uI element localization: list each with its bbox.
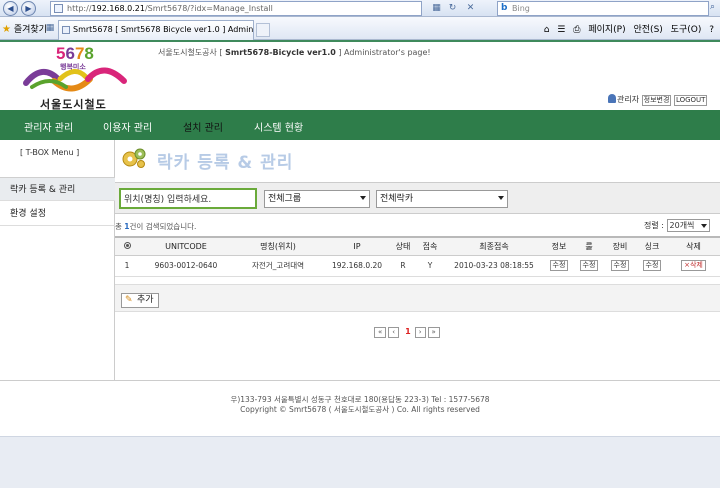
menu-tools[interactable]: 도구(O) <box>671 25 702 35</box>
row-last-access: 2010-03-23 08:18:55 <box>445 255 543 277</box>
filter-bar: 전체그룹 전체락카 <box>115 182 720 214</box>
col-connected: 접속 <box>415 236 445 256</box>
nav-system-status[interactable]: 시스템 현황 <box>254 119 303 134</box>
logout-button[interactable]: LOGOUT <box>673 95 708 106</box>
edit-sync-button[interactable]: 수정 <box>642 260 662 271</box>
page-last-button[interactable]: » <box>427 327 440 338</box>
search-go-icon[interactable]: ⌕ <box>710 2 720 15</box>
page-icon <box>54 4 63 13</box>
refresh-icon[interactable]: ↻ <box>446 2 459 15</box>
stop-icon[interactable]: ✕ <box>464 2 477 15</box>
logo-arc-icon <box>23 67 127 92</box>
col-rule: 룰 <box>575 236 603 256</box>
col-device: 장비 <box>603 236 637 256</box>
row-connected: Y <box>415 255 445 277</box>
page-prev-button[interactable]: ‹ <box>388 327 400 338</box>
row-status: R <box>391 255 415 277</box>
star-icon: ★ <box>2 24 11 35</box>
col-ip: IP <box>323 236 391 256</box>
col-status: 상태 <box>391 236 415 256</box>
select-all-icon <box>123 241 131 249</box>
forward-arrow-icon: ▶ <box>25 4 32 13</box>
locker-table: UNITCODE 명칭(위치) IP 상태 접속 최종접속 정보 룰 장비 싱크… <box>115 236 720 277</box>
col-info: 정보 <box>543 236 575 256</box>
sidebar: [ T-BOX Menu ] 락카 등록 & 관리 환경 설정 <box>0 140 115 380</box>
group-select[interactable]: 전체그룹 <box>264 190 370 208</box>
col-check[interactable] <box>115 236 139 256</box>
footer-copyright: Copyright © Smrt5678 ( 서울도시철도공사 ) Co. Al… <box>240 405 480 414</box>
menu-page[interactable]: 페이지(P) <box>588 25 625 35</box>
chevron-down-icon <box>360 196 366 200</box>
forward-button[interactable]: ▶ <box>21 1 36 16</box>
main-content: 락카 등록 & 관리 전체그룹 전체락카 총 1건이 검색되었습니다. 정렬 :… <box>115 140 720 380</box>
bing-icon: b <box>501 3 508 13</box>
back-button[interactable]: ◀ <box>3 1 18 16</box>
search-input[interactable]: b Bing <box>497 1 709 16</box>
row-name[interactable]: 자전거_고려대역 <box>233 255 323 277</box>
row-ip: 192.168.0.20 <box>323 255 391 277</box>
site-header: 5678 행복미소 서울도시철도 서울도시철도공사 [ Smrt5678-Bic… <box>0 40 720 111</box>
command-menu: ⌂ ☰ ⎙ 페이지(P) 안전(S) 도구(O) ? <box>539 22 714 35</box>
print-icon[interactable]: ⎙ <box>573 25 580 35</box>
compatibility-icon[interactable]: ▦ <box>430 2 443 15</box>
browser-address-bar: ◀ ▶ http://192.168.0.21/Smrt5678/?idx=Ma… <box>0 0 720 17</box>
sidebar-title: [ T-BOX Menu ] <box>20 148 80 157</box>
home-icon[interactable]: ⌂ <box>544 25 550 35</box>
location-search-input[interactable] <box>119 188 257 209</box>
col-name: 명칭(위치) <box>233 236 323 256</box>
col-unitcode: UNITCODE <box>139 236 233 256</box>
chevron-down-icon <box>700 224 707 228</box>
edit-info-row-button[interactable]: 수정 <box>549 260 569 271</box>
gears-icon <box>122 148 146 168</box>
favorites-button[interactable]: ★ 즐겨찾기 <box>2 22 47 35</box>
site-title: 서울도시철도공사 [ Smrt5678-Bicycle ver1.0 ] Adm… <box>158 48 431 57</box>
admin-area: 관리자 정보변경 LOGOUT <box>608 94 708 106</box>
result-count: 총 1건이 검색되었습니다. <box>115 222 197 231</box>
admin-label: 관리자 <box>617 95 640 104</box>
edit-info-button[interactable]: 정보변경 <box>641 95 672 106</box>
col-sync: 싱크 <box>637 236 667 256</box>
nav-user-manage[interactable]: 이용자 관리 <box>103 119 152 134</box>
edit-rule-button[interactable]: 수정 <box>579 260 599 271</box>
page-current[interactable]: 1 <box>405 327 411 336</box>
sidebar-item-settings[interactable]: 환경 설정 <box>0 202 115 226</box>
table-header-row: UNITCODE 명칭(위치) IP 상태 접속 최종접속 정보 룰 장비 싱크… <box>115 236 720 256</box>
menu-safety[interactable]: 안전(S) <box>634 25 663 35</box>
sort-select[interactable]: 20개씩 <box>666 219 710 232</box>
sort-control: 정렬 : 20개씩 <box>644 219 710 232</box>
table-row: 1 9603-0012-0640 자전거_고려대역 192.168.0.20 R… <box>115 255 720 277</box>
add-button[interactable]: ✎ 추가 <box>121 293 159 308</box>
row-unitcode: 9603-0012-0640 <box>139 255 233 277</box>
page-bottom-area <box>0 436 720 488</box>
pagination: «‹ 1 ›» <box>374 327 442 338</box>
main-nav: 관리자 관리 이용자 관리 설치 관리 시스템 현황 <box>0 110 720 140</box>
col-delete: 삭제 <box>667 236 720 256</box>
url-field[interactable]: http://192.168.0.21/Smrt5678/?idx=Manage… <box>50 1 422 16</box>
sidebar-item-locker-manage[interactable]: 락카 등록 & 관리 <box>0 177 115 201</box>
nav-install-manage[interactable]: 설치 관리 <box>183 119 223 134</box>
page-next-button[interactable]: › <box>414 327 426 338</box>
footer: 우)133-793 서울특별시 성동구 천호대로 180(용답동 223-3) … <box>0 381 720 435</box>
user-icon <box>608 94 616 103</box>
back-arrow-icon: ◀ <box>7 4 14 13</box>
col-last-access: 최종접속 <box>445 236 543 256</box>
row-no: 1 <box>115 255 139 277</box>
delete-button[interactable]: ×삭제 <box>681 260 706 271</box>
new-tab-button[interactable] <box>256 23 270 37</box>
quick-tabs-icon[interactable]: ▦ <box>44 22 56 34</box>
feeds-icon[interactable]: ☰ <box>557 25 565 35</box>
page-title: 락카 등록 & 관리 <box>157 153 294 173</box>
pencil-icon: ✎ <box>125 295 133 305</box>
locker-select[interactable]: 전체락카 <box>376 190 508 208</box>
edit-device-button[interactable]: 수정 <box>610 260 630 271</box>
chevron-down-icon <box>498 196 504 200</box>
nav-admin-manage[interactable]: 관리자 관리 <box>24 119 73 134</box>
tab-favicon-icon <box>62 26 70 34</box>
help-icon[interactable]: ? <box>709 25 714 35</box>
browser-tab[interactable]: Smrt5678 [ Smrt5678 Bicycle ver1.0 ] Adm… <box>58 20 254 40</box>
action-bar: ✎ 추가 <box>115 284 720 312</box>
browser-command-bar: ★ 즐겨찾기 ▦ Smrt5678 [ Smrt5678 Bicycle ver… <box>0 17 720 40</box>
page-first-button[interactable]: « <box>374 327 387 338</box>
